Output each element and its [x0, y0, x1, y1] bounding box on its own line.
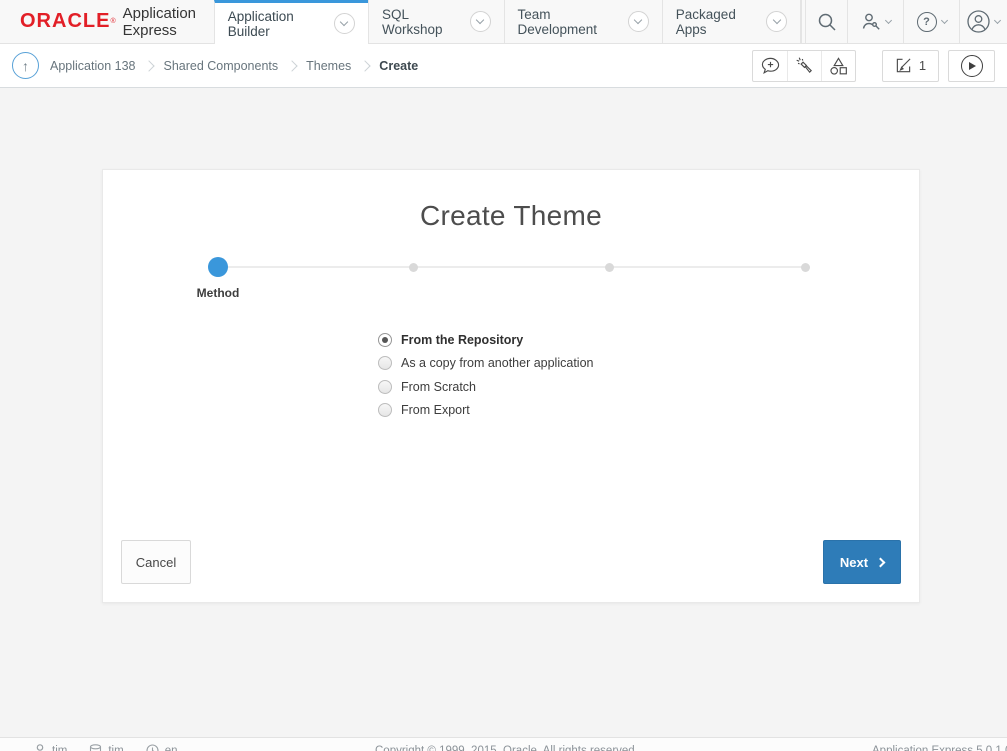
radio-selected-icon[interactable] — [378, 333, 392, 347]
breadcrumb-separator-icon — [360, 60, 371, 71]
feedback-bubble-icon — [760, 56, 781, 75]
chevron-down-icon[interactable] — [334, 13, 355, 34]
page-footer: tim tim en Copyright © 1999, 2015, Oracl… — [0, 737, 1007, 751]
user-icon — [34, 744, 46, 751]
app-header: ORACLE® Application Express Application … — [0, 0, 1007, 44]
create-theme-wizard-card: Create Theme Method From the Repository … — [102, 169, 920, 603]
up-level-button[interactable]: ↑ — [12, 52, 39, 79]
account-icon — [967, 10, 990, 33]
option-from-scratch[interactable]: From Scratch — [378, 375, 593, 399]
tab-sql-workshop[interactable]: SQL Workshop — [368, 0, 504, 43]
edit-page-number: 1 — [919, 58, 926, 73]
product-name: Application Express — [123, 5, 214, 39]
breadcrumb-separator-icon — [144, 60, 155, 71]
oracle-logo: ORACLE® Application Express — [0, 0, 214, 43]
chevron-down-icon[interactable] — [766, 11, 787, 32]
page-tool-group — [752, 50, 856, 82]
option-from-the-repository[interactable]: From the Repository — [378, 328, 593, 352]
footer-user: tim — [34, 744, 67, 751]
page-toolbar: 1 — [752, 50, 995, 82]
theme-roller-button[interactable] — [787, 51, 821, 81]
account-menu-button[interactable] — [959, 0, 1007, 43]
breadcrumb-separator-icon — [286, 60, 297, 71]
shapes-icon — [828, 56, 849, 76]
search-icon — [817, 12, 837, 32]
edit-page-button[interactable]: 1 — [882, 50, 939, 82]
breadcrumb-application[interactable]: Application 138 — [50, 59, 135, 73]
radio-icon[interactable] — [378, 356, 392, 370]
next-chevron-icon — [876, 557, 886, 567]
footer-session-info: tim tim en — [34, 744, 177, 751]
step-dot — [409, 263, 418, 272]
wand-icon — [794, 55, 815, 76]
oracle-brand-text: ORACLE — [20, 10, 110, 33]
method-radio-group: From the Repository As a copy from anoth… — [378, 328, 593, 422]
database-icon — [89, 744, 102, 751]
next-button[interactable]: Next — [823, 540, 901, 584]
tab-label: Team Development — [518, 7, 618, 37]
breadcrumb-create: Create — [379, 59, 418, 73]
feedback-button[interactable] — [753, 51, 787, 81]
footer-copyright: Copyright © 1999, 2015, Oracle. All righ… — [375, 745, 638, 751]
progress-line — [218, 266, 806, 268]
tab-application-builder[interactable]: Application Builder — [214, 0, 368, 44]
play-icon — [961, 55, 983, 77]
main-nav-tabs: Application Builder SQL Workshop Team De… — [214, 0, 801, 43]
admin-wrench-icon — [861, 12, 881, 31]
chevron-down-icon[interactable] — [470, 11, 491, 32]
cancel-button[interactable]: Cancel — [121, 540, 191, 584]
tab-label: Application Builder — [228, 9, 324, 39]
shared-components-button[interactable] — [821, 51, 855, 81]
search-button[interactable] — [805, 0, 847, 43]
breadcrumb-bar: ↑ Application 138 Shared Components Them… — [0, 44, 1007, 88]
tab-packaged-apps[interactable]: Packaged Apps — [662, 0, 801, 43]
tab-label: SQL Workshop — [382, 7, 460, 37]
administration-menu-button[interactable] — [847, 0, 903, 43]
radio-icon[interactable] — [378, 380, 392, 394]
step-dot-active — [208, 257, 228, 277]
breadcrumb-shared-components[interactable]: Shared Components — [163, 59, 278, 73]
footer-schema: tim — [89, 744, 123, 751]
option-from-export[interactable]: From Export — [378, 399, 593, 423]
edit-pencil-icon — [895, 57, 912, 74]
tab-label: Packaged Apps — [676, 7, 756, 37]
chevron-down-icon[interactable] — [628, 11, 649, 32]
help-icon: ? — [917, 12, 937, 32]
up-arrow-icon: ↑ — [22, 58, 29, 74]
footer-version: Application Express 5.0.1.00.0 — [872, 745, 1007, 751]
help-menu-button[interactable]: ? — [903, 0, 959, 43]
run-application-button[interactable] — [948, 50, 995, 82]
breadcrumb: Application 138 Shared Components Themes… — [50, 59, 418, 73]
page-title: Create Theme — [103, 200, 919, 232]
step-dot — [605, 263, 614, 272]
option-copy-from-another-application[interactable]: As a copy from another application — [378, 352, 593, 376]
breadcrumb-themes[interactable]: Themes — [306, 59, 351, 73]
footer-language: en — [146, 744, 178, 751]
header-utility-buttons: ? — [801, 0, 1007, 43]
registered-mark: ® — [110, 17, 115, 27]
step-dot — [801, 263, 810, 272]
step-label: Method — [197, 286, 240, 300]
radio-icon[interactable] — [378, 403, 392, 417]
wizard-progress-train: Method — [103, 256, 919, 320]
clock-icon — [146, 744, 159, 751]
tab-team-development[interactable]: Team Development — [504, 0, 662, 43]
